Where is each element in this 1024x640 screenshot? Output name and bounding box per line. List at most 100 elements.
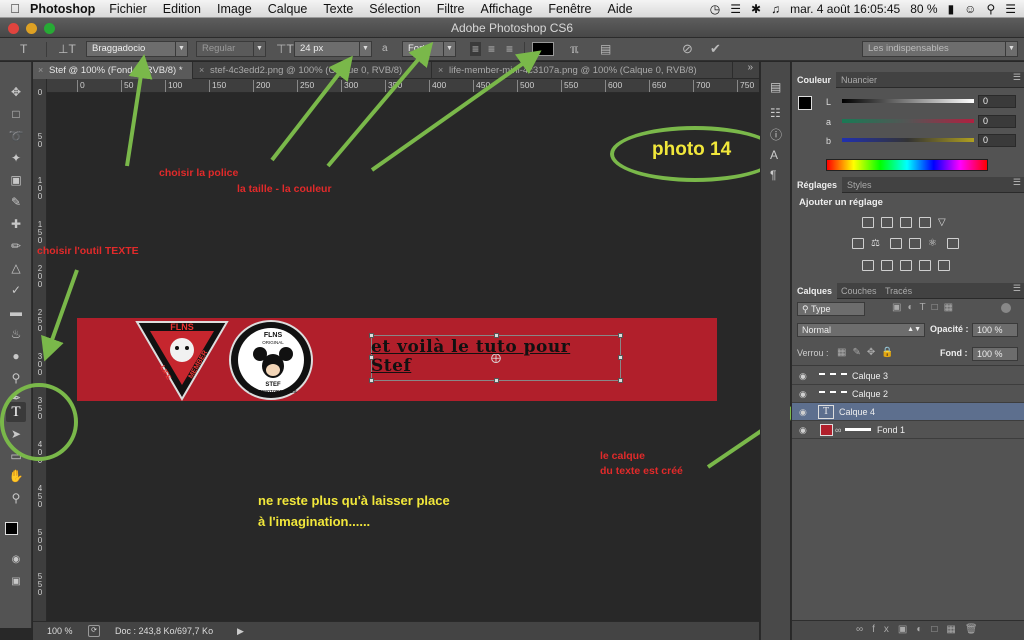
tab-reglages[interactable]: Réglages xyxy=(792,177,843,193)
zoom-level[interactable]: 100 % xyxy=(47,622,73,640)
layer-filter-icons[interactable]: ▣◐T□▦ xyxy=(892,302,959,313)
selective-color-icon[interactable] xyxy=(938,260,950,271)
brush-tool-icon[interactable]: ✏ xyxy=(6,236,26,256)
info-panel-icon[interactable]: ⓘ xyxy=(770,126,782,143)
menu-fenetre[interactable]: Fenêtre xyxy=(548,2,591,16)
close-window-button[interactable] xyxy=(8,23,19,34)
history-brush-tool-icon[interactable]: ✓ xyxy=(6,280,26,300)
posterize-icon[interactable] xyxy=(881,260,893,271)
antialias-select[interactable]: Forte ▼ xyxy=(402,41,456,57)
font-size-select[interactable]: 24 px ▼ xyxy=(294,41,372,57)
wifi-icon[interactable]: ☰ xyxy=(730,2,741,16)
layer-row-calque-2[interactable]: ◉ Calque 2 xyxy=(792,385,1024,403)
move-tool-icon[interactable]: ✥ xyxy=(6,82,26,102)
panel-menu-icon[interactable]: ☰ xyxy=(1013,177,1021,188)
b-slider[interactable] xyxy=(842,138,974,142)
color-balance-icon[interactable]: ⚖ xyxy=(871,238,883,249)
hand-tool-icon[interactable]: ✋ xyxy=(6,466,26,486)
workspace-select[interactable]: Les indispensables ▼ xyxy=(862,41,1018,57)
l-value[interactable]: 0 xyxy=(978,95,1016,108)
canvas-text-layer[interactable]: et voilà le tuto pour Stef xyxy=(371,338,631,376)
cancel-edit-icon[interactable]: ⊘ xyxy=(682,42,693,56)
lock-icons[interactable]: ▦✎✥🔒 xyxy=(837,347,900,358)
tab-stef[interactable]: × Stef @ 100% (Fond 1, RVB/8) * xyxy=(33,62,193,79)
status-menu-arrow-icon[interactable]: ▶ xyxy=(237,622,244,640)
eyedropper-tool-icon[interactable]: ✎ xyxy=(6,192,26,212)
lasso-tool-icon[interactable]: ➰ xyxy=(6,126,26,146)
bluetooth-icon[interactable]: ✱ xyxy=(751,2,761,16)
color-lookup-icon[interactable] xyxy=(947,238,959,249)
list-icon[interactable]: ☰ xyxy=(1005,2,1016,16)
black-white-icon[interactable] xyxy=(890,238,902,249)
align-center-icon[interactable]: ≡ xyxy=(488,42,495,56)
type-tool-preset-icon[interactable]: T xyxy=(20,42,27,56)
resize-handle[interactable] xyxy=(618,378,623,383)
zoom-tool-icon[interactable]: ⚲ xyxy=(6,488,26,508)
photo-filter-icon[interactable] xyxy=(909,238,921,249)
clock[interactable]: mar. 4 août 16:05:45 xyxy=(790,2,900,16)
a-slider[interactable] xyxy=(842,119,974,123)
close-icon[interactable]: × xyxy=(199,62,204,79)
eye-icon[interactable]: ◉ xyxy=(799,403,807,421)
tab-stef-png[interactable]: × stef-4c3edd2.png @ 100% (Calque 0, RVB… xyxy=(194,62,432,79)
more-tabs-icon[interactable]: » xyxy=(747,62,753,73)
apple-menu-icon[interactable]:  xyxy=(0,1,30,16)
a-value[interactable]: 0 xyxy=(978,115,1016,128)
tab-life-member[interactable]: × life-member-mini-4c3107a.png @ 100% (C… xyxy=(433,62,733,79)
warp-text-icon[interactable]: ℼ xyxy=(570,42,578,56)
app-menu[interactable]: Photoshop xyxy=(30,2,95,16)
time-machine-icon[interactable]: ◷ xyxy=(710,2,720,16)
status-options-icon[interactable]: ⟳ xyxy=(88,625,100,637)
text-color-swatch[interactable] xyxy=(532,42,554,56)
minimize-window-button[interactable] xyxy=(26,23,37,34)
magic-wand-tool-icon[interactable]: ✦ xyxy=(6,148,26,168)
menu-image[interactable]: Image xyxy=(217,2,252,16)
tab-traces[interactable]: Tracés xyxy=(880,283,917,299)
clone-stamp-tool-icon[interactable]: △ xyxy=(6,258,26,278)
close-icon[interactable]: × xyxy=(38,62,43,79)
blend-mode-select[interactable]: Normal ▲▼ xyxy=(797,323,925,337)
fill-field[interactable]: 100 % xyxy=(972,347,1018,361)
history-panel-icon[interactable]: ▤ xyxy=(770,80,781,94)
quick-mask-icon[interactable]: ◉ xyxy=(6,550,26,570)
foreground-color-swatch[interactable] xyxy=(798,96,812,110)
tab-couleur[interactable]: Couleur xyxy=(792,72,837,88)
opacity-field[interactable]: 100 % xyxy=(972,323,1018,337)
menu-selection[interactable]: Sélection xyxy=(369,2,420,16)
gradient-map-icon[interactable] xyxy=(919,260,931,271)
commit-edit-icon[interactable]: ✔ xyxy=(710,42,721,56)
eraser-tool-icon[interactable]: ▬ xyxy=(6,302,26,322)
marquee-tool-icon[interactable]: □ xyxy=(6,104,26,124)
layer-row-calque-3[interactable]: ◉ Calque 3 xyxy=(792,367,1024,385)
invert-icon[interactable] xyxy=(862,260,874,271)
character-panel-icon[interactable]: A xyxy=(770,148,778,162)
font-family-select[interactable]: Braggadocio ▼ xyxy=(86,41,188,57)
b-value[interactable]: 0 xyxy=(978,134,1016,147)
healing-brush-tool-icon[interactable]: ✚ xyxy=(6,214,26,234)
eye-icon[interactable]: ◉ xyxy=(799,367,807,385)
crop-tool-icon[interactable]: ▣ xyxy=(6,170,26,190)
tab-nuancier[interactable]: Nuancier xyxy=(836,72,882,88)
align-right-icon[interactable]: ≡ xyxy=(506,42,513,56)
screen-mode-icon[interactable]: ▣ xyxy=(6,572,26,592)
blur-tool-icon[interactable]: ● xyxy=(6,346,26,366)
user-icon[interactable]: ☺ xyxy=(964,2,976,16)
volume-icon[interactable]: ♫ xyxy=(771,2,780,16)
menu-edition[interactable]: Edition xyxy=(163,2,201,16)
menu-calque[interactable]: Calque xyxy=(268,2,308,16)
menu-texte[interactable]: Texte xyxy=(323,2,353,16)
menu-aide[interactable]: Aide xyxy=(608,2,633,16)
battery-icon[interactable]: ▮ xyxy=(948,2,955,16)
vibrance-icon[interactable]: ▽ xyxy=(938,217,950,228)
threshold-icon[interactable] xyxy=(900,260,912,271)
panel-menu-icon[interactable]: ☰ xyxy=(1013,283,1021,294)
eye-icon[interactable]: ◉ xyxy=(799,421,807,439)
menu-filtre[interactable]: Filtre xyxy=(437,2,465,16)
zoom-window-button[interactable] xyxy=(44,23,55,34)
levels-icon[interactable] xyxy=(881,217,893,228)
tab-couches[interactable]: Couches xyxy=(836,283,882,299)
spotlight-icon[interactable]: ⚲ xyxy=(986,2,995,16)
align-left-icon[interactable]: ≡ xyxy=(470,42,482,56)
eye-icon[interactable]: ◉ xyxy=(799,385,807,403)
font-style-select[interactable]: Regular ▼ xyxy=(196,41,266,57)
